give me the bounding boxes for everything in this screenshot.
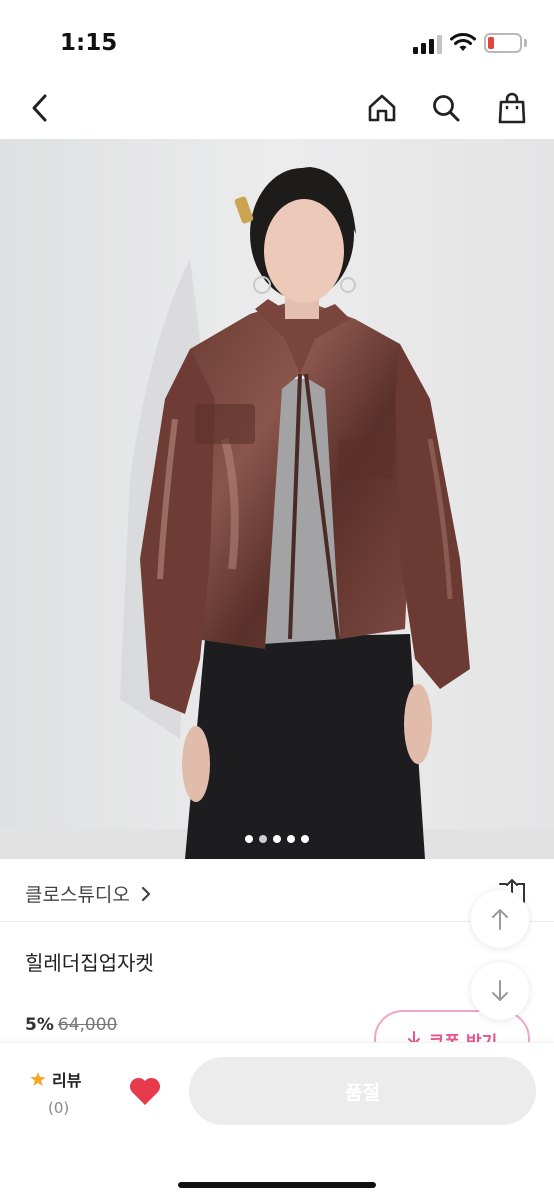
review-button[interactable]: 리뷰 (0) [30,1067,100,1117]
soldout-label: 품절 [345,1081,380,1104]
discount-rate: 5% [25,1015,54,1035]
carousel-dot[interactable] [245,835,253,843]
price-row: 5% 64,000 [25,1015,117,1035]
soldout-button[interactable]: 품절 [189,1057,536,1125]
carousel-dot[interactable] [273,835,281,843]
back-button[interactable] [18,86,62,130]
arrow-up-icon [492,909,508,930]
carousel-dot[interactable] [287,835,295,843]
product-name: 힐레더집업자켓 [25,951,154,975]
signal-icon [413,34,443,54]
product-image-carousel[interactable] [0,139,554,859]
back-icon [32,94,47,122]
original-price: 64,000 [57,1015,118,1035]
battery-icon: 11 [484,33,522,53]
status-time: 1:15 [60,30,118,56]
product-photo [0,139,554,859]
home-icon [368,94,396,122]
arrow-down-icon [492,980,508,1001]
scroll-top-button[interactable] [471,890,529,948]
brand-name: 클로스튜디오 [25,884,130,906]
status-bar: 1:15 11 [0,0,554,80]
brand-link[interactable]: 클로스튜디오 [25,880,152,907]
carousel-indicator [0,835,554,843]
home-button[interactable] [360,86,404,130]
battery-level: 11 [493,35,513,50]
search-button[interactable] [424,86,468,130]
chevron-right-icon [141,886,150,901]
search-icon [433,95,460,122]
cart-button[interactable] [490,86,534,130]
carousel-dot-active[interactable] [259,835,267,843]
heart-icon[interactable] [128,1075,162,1107]
scroll-bottom-button[interactable] [471,962,529,1020]
top-nav [0,80,554,138]
review-label: 리뷰 [52,1071,82,1090]
home-indicator [178,1182,376,1188]
carousel-dot[interactable] [301,835,309,843]
bottom-action-bar: 리뷰 (0) 품절 [0,1042,554,1200]
bag-icon [498,92,526,124]
star-icon [30,1072,46,1086]
review-count: (0) [48,1099,70,1117]
wifi-icon [450,33,476,51]
product-page: 1:15 11 클로스튜디오 힐레더집업자켓 5% 64,000 리뷰 (0) … [0,0,554,1200]
